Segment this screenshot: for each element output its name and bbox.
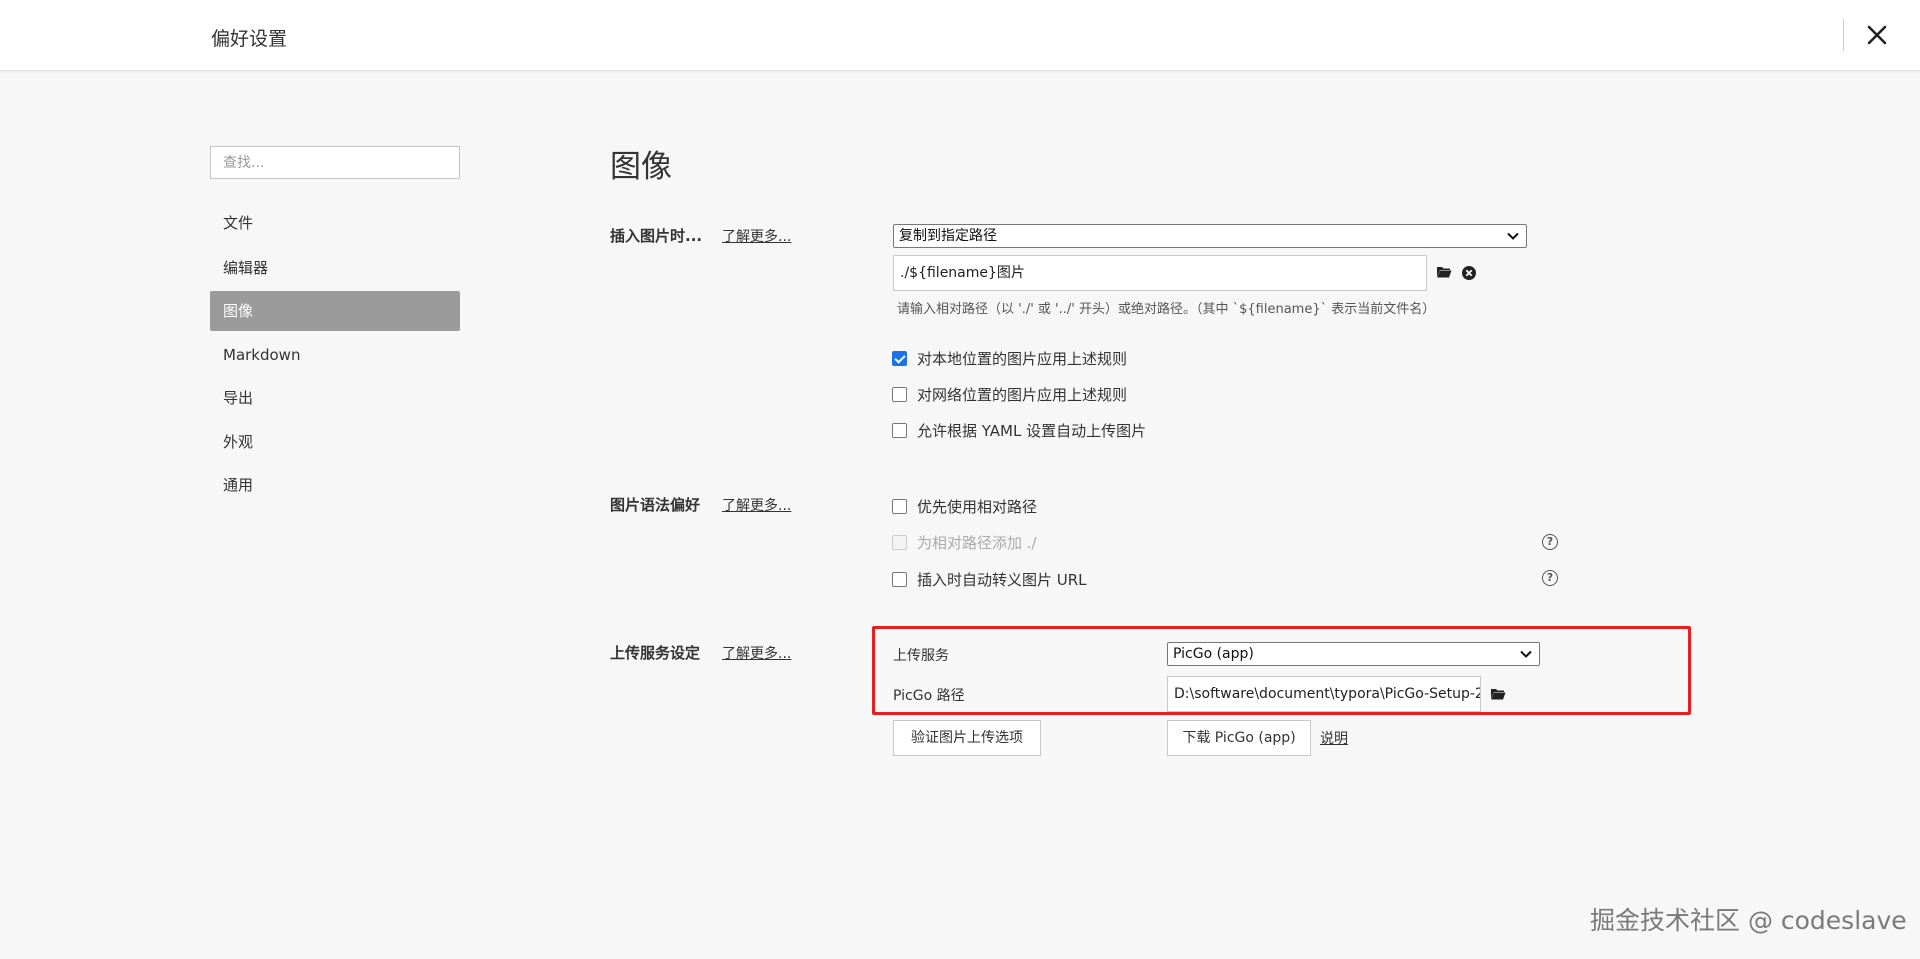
title-bar: 偏好设置 xyxy=(0,0,1920,71)
path-hint-text: 请输入相对路径（以 './' 或 '../' 开头）或绝对路径。（其中 `${f… xyxy=(897,302,1436,317)
check-label: 插入时自动转义图片 URL xyxy=(917,570,1087,589)
close-button[interactable] xyxy=(1862,20,1892,50)
check-label: 对本地位置的图片应用上述规则 xyxy=(917,349,1128,368)
window-title: 偏好设置 xyxy=(211,28,288,50)
image-path-input[interactable]: ./${filename}图片 xyxy=(893,255,1427,291)
sidebar-item-image[interactable]: 图像 xyxy=(210,291,460,331)
check-apply-network[interactable]: 对网络位置的图片应用上述规则 xyxy=(892,384,1127,404)
page-title: 图像 xyxy=(610,149,672,185)
check-prefer-relative[interactable]: 优先使用相对路径 xyxy=(892,496,1037,516)
check-label: 为相对路径添加 ./ xyxy=(917,533,1037,552)
insert-action-value: 复制到指定路径 xyxy=(899,228,997,244)
sidebar-item-appearance[interactable]: 外观 xyxy=(210,422,460,462)
chevron-down-icon xyxy=(1507,232,1519,240)
browse-folder-button[interactable] xyxy=(1436,265,1452,279)
help-icon[interactable]: ? xyxy=(1542,570,1558,586)
checkbox xyxy=(892,534,907,550)
highlight-box xyxy=(872,626,1691,715)
sidebar-item-export[interactable]: 导出 xyxy=(210,378,460,418)
header-divider xyxy=(1843,19,1844,51)
verify-upload-button[interactable]: 验证图片上传选项 xyxy=(893,720,1041,756)
check-label: 对网络位置的图片应用上述规则 xyxy=(917,385,1128,404)
checkbox[interactable] xyxy=(892,571,907,587)
clear-path-button[interactable] xyxy=(1462,266,1476,280)
clear-circle-icon xyxy=(1462,266,1476,280)
download-picgo-button[interactable]: 下载 PicGo (app) xyxy=(1167,720,1311,756)
checkbox[interactable] xyxy=(892,498,907,514)
search-input[interactable] xyxy=(210,146,460,179)
insert-learn-more-link[interactable]: 了解更多... xyxy=(722,226,791,246)
checkbox[interactable] xyxy=(892,350,907,366)
check-escape-url[interactable]: 插入时自动转义图片 URL xyxy=(892,569,1087,589)
checkbox[interactable] xyxy=(892,422,907,438)
check-label: 允许根据 YAML 设置自动上传图片 xyxy=(917,421,1147,440)
check-add-dot-slash: 为相对路径添加 ./ xyxy=(892,532,1037,552)
folder-icon xyxy=(1437,267,1452,278)
watermark: 掘金技术社区 @ codeslave xyxy=(1590,906,1907,935)
upload-section-label: 上传服务设定 xyxy=(610,644,701,662)
explain-link[interactable]: 说明 xyxy=(1320,728,1348,748)
sidebar-item-general[interactable]: 通用 xyxy=(210,465,460,505)
syntax-section-label: 图片语法偏好 xyxy=(610,496,701,514)
insert-section-label: 插入图片时... xyxy=(610,227,703,245)
upload-learn-more-link[interactable]: 了解更多... xyxy=(722,643,791,663)
syntax-learn-more-link[interactable]: 了解更多... xyxy=(722,495,791,515)
check-yaml-upload[interactable]: 允许根据 YAML 设置自动上传图片 xyxy=(892,420,1146,440)
insert-action-select[interactable]: 复制到指定路径 xyxy=(893,224,1527,248)
checkbox[interactable] xyxy=(892,386,907,402)
close-icon xyxy=(1867,25,1887,45)
check-label: 优先使用相对路径 xyxy=(917,497,1038,516)
check-apply-local[interactable]: 对本地位置的图片应用上述规则 xyxy=(892,348,1127,368)
sidebar-item-markdown[interactable]: Markdown xyxy=(210,335,460,375)
help-icon[interactable]: ? xyxy=(1542,534,1558,550)
sidebar-item-file[interactable]: 文件 xyxy=(210,203,460,243)
sidebar-item-editor[interactable]: 编辑器 xyxy=(210,248,460,288)
